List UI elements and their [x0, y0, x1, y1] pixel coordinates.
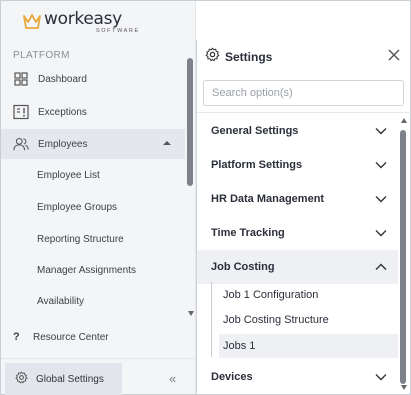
settings-section-job-costing[interactable]: Job Costing	[197, 250, 398, 284]
resource-center-link[interactable]: ? Resource Center	[13, 331, 109, 343]
settings-section-time-tracking[interactable]: Time Tracking	[197, 216, 398, 250]
sidebar-footer: Global Settings «	[1, 358, 196, 395]
chevron-down-icon	[375, 374, 387, 381]
settings-section-hr-data[interactable]: HR Data Management	[197, 182, 398, 216]
sidebar-item-label: Exceptions	[38, 106, 87, 118]
chevron-down-icon	[375, 196, 387, 203]
chevron-down-icon	[375, 162, 387, 169]
settings-item-job-1-configuration[interactable]: Job 1 Configuration	[219, 283, 398, 307]
sidebar-scrollbar[interactable]	[187, 58, 193, 186]
logo-crown-icon	[23, 14, 41, 29]
scroll-down-arrow-icon[interactable]	[188, 311, 194, 316]
settings-section-platform[interactable]: Platform Settings	[197, 148, 398, 182]
scroll-down-arrow-icon[interactable]	[401, 385, 407, 390]
sidebar-subitem-reporting-structure[interactable]: Reporting Structure	[37, 234, 124, 245]
brand-subtitle: SOFTWARE	[96, 28, 140, 34]
settings-item-job-costing-structure[interactable]: Job Costing Structure	[219, 308, 398, 332]
sidebar-subitem-availability[interactable]: Availability	[37, 296, 84, 307]
chevron-down-icon	[375, 230, 387, 237]
settings-search-input[interactable]	[203, 80, 404, 106]
sidebar-item-employees[interactable]: Employees	[1, 129, 185, 159]
exceptions-icon	[13, 104, 29, 120]
close-icon[interactable]	[387, 48, 401, 62]
brand-name: workeasy	[44, 9, 122, 29]
dashboard-icon	[13, 71, 29, 87]
tree-connector	[211, 282, 212, 357]
settings-section-devices[interactable]: Devices	[197, 360, 398, 394]
chevron-up-icon	[375, 263, 387, 270]
global-settings-label: Global Settings	[36, 373, 104, 385]
sidebar-item-label: Employees	[38, 138, 88, 150]
section-label: General Settings	[211, 125, 299, 137]
sidebar-subitem-manager-assignments[interactable]: Manager Assignments	[37, 265, 136, 276]
sidebar-subitem-employee-groups[interactable]: Employee Groups	[37, 202, 117, 213]
sidebar: workeasy SOFTWARE PLATFORM Dashboard Exc…	[1, 1, 196, 394]
section-label: Platform Settings	[211, 159, 303, 171]
settings-scrollbar[interactable]	[400, 130, 406, 384]
gear-icon	[15, 371, 28, 387]
section-label: Time Tracking	[211, 227, 285, 239]
global-settings-button[interactable]: Global Settings	[5, 363, 122, 395]
settings-section-general[interactable]: General Settings	[197, 114, 398, 148]
scroll-up-arrow-icon[interactable]	[401, 118, 407, 123]
section-label: Devices	[211, 371, 253, 383]
sidebar-item-exceptions[interactable]: Exceptions	[1, 97, 185, 127]
sidebar-item-dashboard[interactable]: Dashboard	[1, 64, 185, 94]
section-label: Job Costing	[211, 261, 275, 273]
collapse-sidebar-icon[interactable]: «	[169, 371, 176, 386]
sidebar-item-label: Dashboard	[38, 73, 87, 85]
chevron-down-icon	[375, 128, 387, 135]
question-icon: ?	[13, 331, 20, 343]
brand-logo[interactable]: workeasy SOFTWARE	[23, 11, 140, 37]
platform-section-label: PLATFORM	[13, 50, 70, 61]
settings-item-jobs-1[interactable]: Jobs 1	[219, 334, 398, 358]
chevron-up-icon[interactable]	[163, 141, 171, 145]
resource-center-label: Resource Center	[33, 331, 109, 343]
users-icon	[13, 136, 29, 152]
settings-title: Settings	[225, 50, 273, 64]
settings-header: Settings	[197, 40, 411, 74]
gear-icon	[205, 47, 220, 67]
sidebar-subitem-employee-list[interactable]: Employee List	[37, 170, 100, 181]
settings-panel: Settings General Settings Platform Setti…	[196, 40, 411, 394]
divider	[197, 112, 411, 113]
section-label: HR Data Management	[211, 193, 325, 205]
